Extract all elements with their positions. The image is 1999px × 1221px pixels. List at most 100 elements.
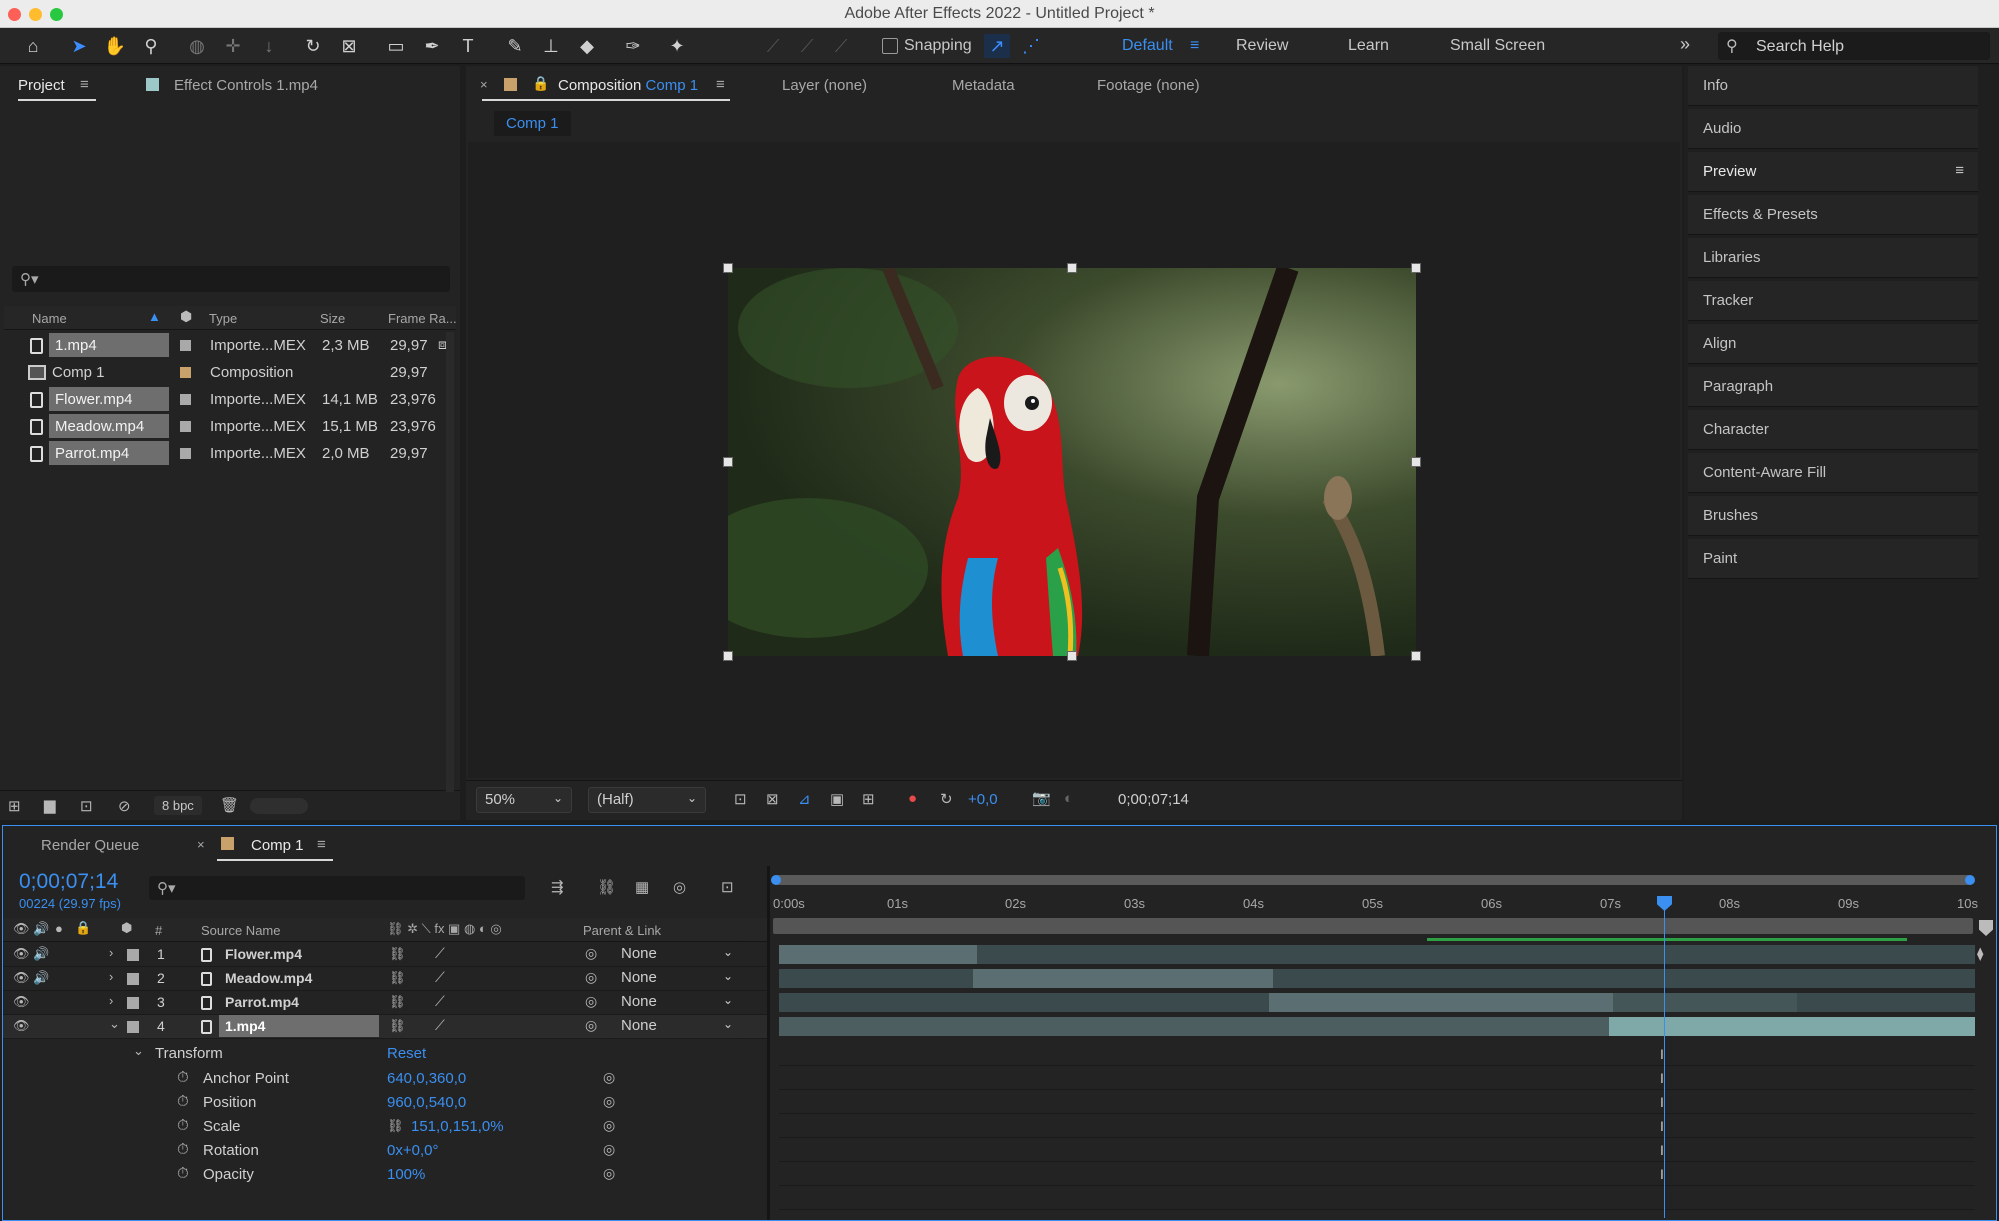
parent-dropdown[interactable]: None ⌄ bbox=[613, 1015, 739, 1037]
timeline-divider[interactable] bbox=[767, 866, 770, 1220]
transform-handle[interactable] bbox=[1067, 263, 1077, 273]
layer-name[interactable]: 1.mp4 bbox=[219, 1015, 379, 1037]
layer-bar-active-segment[interactable] bbox=[973, 969, 1273, 988]
transform-reset-link[interactable]: Reset bbox=[387, 1045, 426, 1062]
parent-dropdown[interactable]: None ⌄ bbox=[613, 943, 739, 965]
rotation-tool-icon[interactable]: ↻ bbox=[300, 34, 326, 58]
quality-switch-icon[interactable]: ⟋ bbox=[435, 945, 445, 962]
composition-flowchart-icon[interactable]: ⇶ bbox=[551, 878, 564, 896]
type-tool-icon[interactable]: T bbox=[455, 34, 481, 58]
frame-blending-icon[interactable]: ◎ bbox=[673, 878, 686, 896]
stopwatch-icon[interactable]: ⏱ bbox=[177, 1117, 189, 1134]
layer-bar-tail-segment[interactable] bbox=[1613, 993, 1797, 1012]
hand-tool-icon[interactable]: ✋ bbox=[102, 34, 128, 58]
rectangle-tool-icon[interactable]: ▭ bbox=[383, 34, 409, 58]
search-help-field[interactable]: ⚲ Search Help bbox=[1718, 32, 1990, 60]
eraser-tool-icon[interactable]: ◆ bbox=[574, 34, 600, 58]
pick-whip-icon[interactable]: ◎ bbox=[585, 945, 597, 962]
mask-path-icon[interactable]: ⊿ bbox=[798, 790, 811, 808]
layer-bar[interactable] bbox=[779, 969, 1975, 988]
label-swatch[interactable] bbox=[127, 1021, 139, 1033]
fast-previews-icon[interactable]: ⊡ bbox=[734, 790, 747, 808]
close-timeline-tab-icon[interactable]: × bbox=[197, 837, 205, 852]
time-navigator[interactable] bbox=[771, 875, 1975, 885]
region-of-interest-icon[interactable]: ▣ bbox=[830, 790, 844, 808]
tab-composition[interactable]: Composition Comp 1 bbox=[558, 77, 698, 94]
table-row[interactable]: 👁 🔊 › 2 Meadow.mp4 ⛓ ⟋ ◎ None ⌄ bbox=[3, 967, 767, 991]
list-item[interactable]: Comp 1 Composition 29,97 bbox=[4, 360, 456, 386]
panel-libraries[interactable]: Libraries bbox=[1688, 238, 1978, 278]
parent-dropdown[interactable]: None ⌄ bbox=[613, 991, 739, 1013]
parrot-image[interactable] bbox=[728, 268, 1416, 656]
snap-feature-icon[interactable]: ⋰ bbox=[1018, 34, 1044, 58]
panel-paragraph[interactable]: Paragraph bbox=[1688, 367, 1978, 407]
table-row[interactable]: 👁 › 3 Parrot.mp4 ⛓ ⟋ ◎ None ⌄ bbox=[3, 991, 767, 1015]
tab-footage[interactable]: Footage (none) bbox=[1097, 77, 1200, 94]
label-swatch[interactable] bbox=[127, 949, 139, 961]
tab-metadata[interactable]: Metadata bbox=[952, 77, 1015, 94]
column-source-name[interactable]: Source Name bbox=[201, 923, 280, 938]
orbit-camera-icon[interactable]: ◍ bbox=[184, 34, 210, 58]
navigator-end-handle[interactable] bbox=[1965, 875, 1975, 885]
speaker-icon[interactable]: 🔊 bbox=[33, 970, 49, 986]
workspace-review[interactable]: Review bbox=[1236, 37, 1288, 55]
property-value[interactable]: 100% bbox=[387, 1166, 425, 1183]
stopwatch-icon[interactable]: ⏱ bbox=[177, 1093, 189, 1110]
graph-editor-icon[interactable]: ⊡ bbox=[721, 878, 734, 896]
exposure-value[interactable]: +0,0 bbox=[968, 791, 998, 808]
trash-icon[interactable]: 🗑 bbox=[220, 796, 239, 814]
expression-icon[interactable]: ◎ bbox=[603, 1165, 615, 1182]
axis-local-icon[interactable]: ⟋ bbox=[760, 34, 786, 58]
chevron-right-icon[interactable]: › bbox=[109, 945, 113, 960]
channels-icon[interactable]: ● bbox=[908, 790, 917, 807]
panel-preview[interactable]: Preview ≡ bbox=[1688, 152, 1978, 192]
eye-icon[interactable]: 👁 bbox=[13, 970, 30, 986]
panel-paint[interactable]: Paint bbox=[1688, 539, 1978, 579]
transform-handle[interactable] bbox=[723, 651, 733, 661]
expression-icon[interactable]: ◎ bbox=[603, 1069, 615, 1086]
resolution-dropdown[interactable]: (Half) ⌄ bbox=[588, 787, 706, 813]
table-row[interactable]: 👁 🔊 › 1 Flower.mp4 ⛓ ⟋ ◎ None ⌄ bbox=[3, 943, 767, 967]
list-item[interactable]: 1.mp4 Importe...MEX 2,3 MB 29,97 ⧈ bbox=[4, 333, 456, 359]
layer-name[interactable]: Parrot.mp4 bbox=[225, 994, 299, 1010]
stopwatch-icon[interactable]: ⏱ bbox=[177, 1069, 189, 1086]
table-row[interactable]: 👁 ⌄ 4 1.mp4 ⛓ ⟋ ◎ None ⌄ bbox=[3, 1015, 767, 1039]
shy-switch-icon[interactable]: ⛓ bbox=[389, 946, 406, 962]
column-type[interactable]: Type bbox=[209, 311, 237, 326]
shy-switch-icon[interactable]: ⛓ bbox=[389, 994, 406, 1010]
transform-handle[interactable] bbox=[1411, 651, 1421, 661]
panel-tracker[interactable]: Tracker bbox=[1688, 281, 1978, 321]
pan-behind-icon[interactable]: ⊠ bbox=[336, 34, 362, 58]
list-item[interactable]: Meadow.mp4 Importe...MEX 15,1 MB 23,976 bbox=[4, 414, 456, 440]
column-frame-rate[interactable]: Frame Ra... bbox=[388, 311, 457, 326]
property-value[interactable]: 151,0,151,0% bbox=[411, 1118, 504, 1135]
selection-tool-icon[interactable]: ➤ bbox=[66, 34, 92, 58]
lock-icon[interactable]: 🔒 bbox=[532, 75, 549, 92]
transform-chevron-icon[interactable]: ⌄ bbox=[133, 1043, 144, 1059]
tab-comp-timeline[interactable]: Comp 1 bbox=[251, 837, 304, 854]
shy-switch-icon[interactable]: ⛓ bbox=[389, 970, 406, 986]
tab-project[interactable]: Project bbox=[18, 77, 65, 94]
snap-edge-icon[interactable]: ↗ bbox=[984, 34, 1010, 58]
work-area-bar[interactable] bbox=[773, 918, 1973, 934]
comp-marker-icon[interactable] bbox=[1979, 920, 1993, 936]
transform-handle[interactable] bbox=[1411, 457, 1421, 467]
project-menu-icon[interactable]: ≡ bbox=[80, 76, 89, 93]
chevron-right-icon[interactable]: › bbox=[109, 993, 113, 1008]
panel-character[interactable]: Character bbox=[1688, 410, 1978, 450]
panel-brushes[interactable]: Brushes bbox=[1688, 496, 1978, 536]
layer-bar-end-icon[interactable]: ⧫ bbox=[1977, 946, 1983, 962]
bpc-label[interactable]: 8 bpc bbox=[154, 796, 202, 815]
panel-info[interactable]: Info bbox=[1688, 66, 1978, 106]
property-value[interactable]: 960,0,540,0 bbox=[387, 1094, 466, 1111]
project-search-input[interactable]: ⚲▾ bbox=[12, 266, 450, 292]
pick-whip-icon[interactable]: ◎ bbox=[585, 1017, 597, 1034]
roto-brush-icon[interactable]: ✑ bbox=[620, 34, 646, 58]
preview-menu-icon[interactable]: ≡ bbox=[1955, 162, 1964, 179]
zoom-dropdown[interactable]: 50% ⌄ bbox=[476, 787, 572, 813]
snapping-checkbox[interactable] bbox=[882, 38, 898, 54]
timeline-menu-icon[interactable]: ≡ bbox=[317, 836, 326, 853]
transform-handle[interactable] bbox=[723, 457, 733, 467]
transparency-grid-icon[interactable]: ⊠ bbox=[766, 790, 779, 808]
workspace-learn[interactable]: Learn bbox=[1348, 37, 1389, 55]
